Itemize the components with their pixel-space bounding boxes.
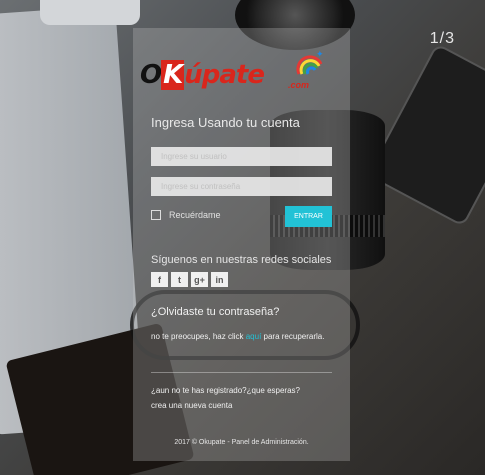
forgot-text-after: para recuperarla. (261, 332, 325, 341)
svg-text:✦: ✦ (316, 49, 324, 59)
footer: 2017 © Okupate - Panel de Administración… (174, 439, 309, 446)
recover-link[interactable]: aquí (246, 332, 262, 341)
logo-letter-k: K (161, 60, 185, 90)
logo-letter-o: O (140, 60, 162, 90)
google-plus-icon[interactable]: g+ (191, 272, 208, 287)
remember-me[interactable]: Recuérdame (151, 210, 221, 220)
okupate-logo: OKúpate .com ✦ (140, 38, 350, 103)
social-links: f t g+ in (151, 272, 228, 287)
forgot-password-text: no te preocupes, haz click aquí para rec… (151, 331, 341, 342)
social-title: Síguenos en nuestras redes sociales (151, 254, 332, 266)
remember-checkbox[interactable] (151, 210, 161, 220)
username-input[interactable] (151, 147, 332, 166)
twitter-icon[interactable]: t (171, 272, 188, 287)
logo-word-rest: úpate (184, 60, 265, 90)
register-question: ¿aun no te has registrado?¿que esperas? (151, 386, 300, 395)
login-title: Ingresa Usando tu cuenta (151, 115, 300, 130)
slide-counter: 1/3 (429, 30, 455, 47)
facebook-icon[interactable]: f (151, 272, 168, 287)
enter-button[interactable]: ENTRAR (285, 206, 332, 227)
forgot-password-title: ¿Olvidaste tu contraseña? (151, 306, 280, 318)
laptop-corner-image (40, 0, 140, 25)
password-input[interactable] (151, 177, 332, 196)
remember-label: Recuérdame (169, 210, 221, 220)
rainbow-icon: ✦ (296, 49, 324, 75)
linkedin-icon[interactable]: in (211, 272, 228, 287)
create-account-link[interactable]: crea una nueva cuenta (151, 401, 232, 410)
logo-domain: .com (288, 80, 310, 90)
forgot-text-before: no te preocupes, haz click (151, 332, 246, 341)
divider (151, 372, 332, 373)
